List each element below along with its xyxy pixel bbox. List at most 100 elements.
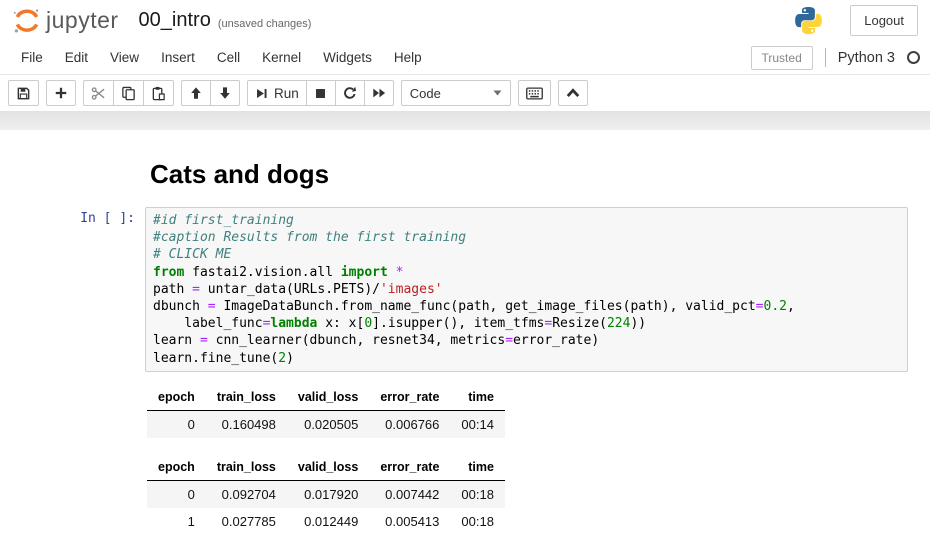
column-header: time [450,455,505,481]
menu-file[interactable]: File [10,43,54,72]
column-header: epoch [147,385,206,411]
jupyter-wordmark: jupyter [46,7,119,34]
column-header: error_rate [369,385,450,411]
menu-cell[interactable]: Cell [206,43,251,72]
interrupt-kernel-button[interactable] [306,80,336,106]
plus-icon [54,86,68,100]
copy-cells-button[interactable] [113,80,144,106]
table-cell: 0.005413 [369,508,450,535]
header: jupyter 00_intro (unsaved changes) Logou… [0,0,930,41]
input-prompt: In [ ]: [0,207,145,372]
jupyter-planet-icon [12,6,42,36]
keyboard-icon [526,87,543,100]
menu-kernel[interactable]: Kernel [251,43,312,72]
arrow-up-icon [189,86,203,100]
table-cell: 0.092704 [206,480,287,508]
code-cell[interactable]: In [ ]: #id first_training#caption Resul… [0,207,930,372]
table-cell: 0.160498 [206,410,287,438]
add-cell-button[interactable] [46,80,76,106]
cell-type-value: Code [410,86,441,101]
table-cell: 0.006766 [369,410,450,438]
cut-cells-button[interactable] [83,80,114,106]
column-header: epoch [147,455,206,481]
column-header: error_rate [369,455,450,481]
menu-view[interactable]: View [99,43,150,72]
table-cell: 0.017920 [287,480,369,508]
menu-edit[interactable]: Edit [54,43,99,72]
command-palette-button[interactable] [518,80,551,106]
code-line: # CLICK ME [153,246,900,263]
restart-kernel-button[interactable] [335,80,365,106]
column-header: time [450,385,505,411]
table-cell: 1 [147,508,206,535]
code-line: from fastai2.vision.all import * [153,264,900,281]
toggle-header-button[interactable] [558,80,588,106]
save-icon [16,86,31,101]
code-line: #caption Results from the first training [153,229,900,246]
code-line: label_func=lambda x: x[0].isupper(), ite… [153,315,900,332]
paste-cells-button[interactable] [143,80,174,106]
table-row: 00.1604980.0205050.00676600:14 [147,410,505,438]
code-line: learn = cnn_learner(dbunch, resnet34, me… [153,332,900,349]
trusted-button[interactable]: Trusted [751,46,813,70]
cell-type-dropdown[interactable]: Code [401,80,511,106]
table-cell: 0.020505 [287,410,369,438]
section-heading: Cats and dogs [145,159,329,190]
arrow-down-icon [218,86,232,100]
cell-outputs: epochtrain_lossvalid_losserror_ratetime0… [147,385,930,535]
chevron-up-icon [566,88,580,98]
table-cell: 0.007442 [369,480,450,508]
markdown-cell[interactable]: Cats and dogs [0,159,930,190]
menu-items: FileEditViewInsertCellKernelWidgetsHelp [10,43,433,72]
move-cell-up-button[interactable] [181,80,211,106]
training-results-table-0: epochtrain_lossvalid_losserror_ratetime0… [147,385,505,438]
markdown-prompt-spacer [0,159,145,190]
python-logo-icon [793,5,824,36]
code-editor[interactable]: #id first_training#caption Results from … [145,207,908,372]
paste-icon [151,86,166,101]
checkpoint-status: (unsaved changes) [218,12,312,30]
run-cell-button[interactable]: Run [247,80,307,106]
code-line: dbunch = ImageDataBunch.from_name_func(p… [153,298,900,315]
output-area-0: epochtrain_lossvalid_losserror_ratetime0… [147,385,930,438]
stop-icon [314,87,327,100]
logout-button[interactable]: Logout [850,5,918,36]
copy-icon [121,86,136,101]
menubar: FileEditViewInsertCellKernelWidgetsHelp … [0,41,930,75]
table-row: 00.0927040.0179200.00744200:18 [147,480,505,508]
table-cell: 00:18 [450,480,505,508]
column-header: valid_loss [287,385,369,411]
menu-insert[interactable]: Insert [150,43,206,72]
table-cell: 00:14 [450,410,505,438]
table-cell: 0 [147,480,206,508]
scissors-icon [91,86,106,101]
menu-help[interactable]: Help [383,43,433,72]
table-cell: 0 [147,410,206,438]
table-cell: 0.027785 [206,508,287,535]
table-row: 10.0277850.0124490.00541300:18 [147,508,505,535]
column-header: valid_loss [287,455,369,481]
restart-icon [343,86,357,100]
menu-widgets[interactable]: Widgets [312,43,383,72]
restart-run-all-button[interactable] [364,80,394,106]
notebook-title[interactable]: 00_intro [139,9,211,32]
table-cell: 0.012449 [287,508,369,535]
run-label: Run [274,86,299,101]
move-cell-down-button[interactable] [210,80,240,106]
code-line: learn.fine_tune(2) [153,350,900,367]
code-line: #id first_training [153,212,900,229]
column-header: train_loss [206,455,287,481]
jupyter-logo[interactable]: jupyter [12,6,119,36]
site-band [0,111,930,130]
divider [825,48,826,67]
step-forward-icon [255,87,268,100]
table-cell: 00:18 [450,508,505,535]
caret-down-icon [493,90,502,96]
output-area-1: epochtrain_lossvalid_losserror_ratetime0… [147,455,930,535]
fast-forward-icon [372,86,386,100]
kernel-idle-icon [907,51,920,64]
save-button[interactable] [8,80,39,106]
kernel-name: Python 3 [838,50,895,66]
code-line: path = untar_data(URLs.PETS)/'images' [153,281,900,298]
notebook-area: Cats and dogs In [ ]: #id first_training… [0,130,930,537]
